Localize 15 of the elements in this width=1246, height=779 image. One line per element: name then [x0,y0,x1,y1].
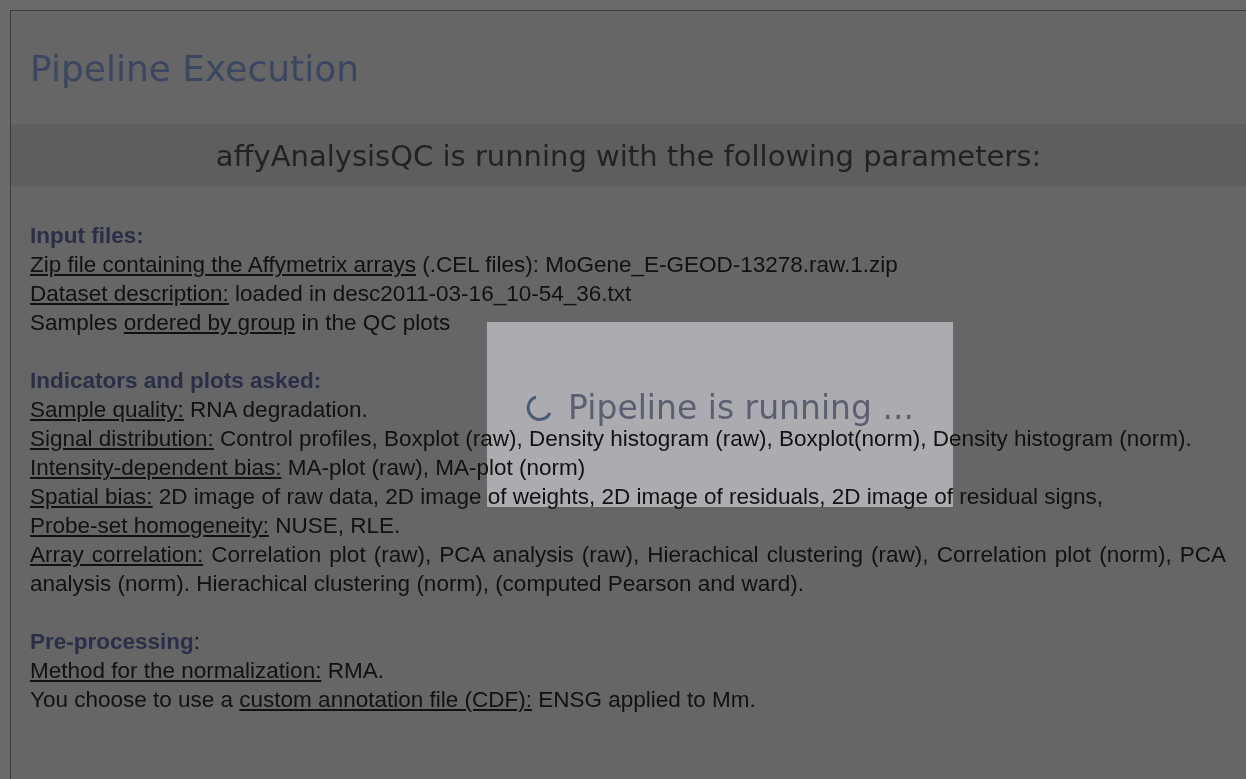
parameter-line: Method for the normalization: RMA. [30,657,384,685]
parameter-line: Spatial bias: 2D image of raw data, 2D image of weights, 2D image of residuals, 2D image of residual signs, [30,483,1104,511]
parameter-line: Sample quality: RNA degradation. [30,396,368,424]
loading-message: Pipeline is running ... [568,390,914,425]
parameter-line: Probe-set homogeneity: NUSE, RLE. [30,512,401,540]
parameter-line: Dataset description: loaded in desc2011-03-16_10-54_36.txt [30,280,632,308]
section-heading: Pre-processing: [30,628,201,656]
spinner-icon [526,393,553,422]
parameter-line: Array correlation: Correlation plot (raw), PCA analysis (raw), Hierachical clustering (raw), Correlation plot (norm), PCA analysis (norm). Hierachical clustering (norm), (computed Pearson and ward). [30,541,1226,598]
section-heading: Input files: [30,222,144,250]
section-heading: Indicators and plots asked: [30,367,322,395]
parameter-line: You choose to use a custom annotation file (CDF): ENSG applied to Mm. [30,686,756,714]
parameter-line: Zip file containing the Affymetrix arrays (.CEL files): MoGene_E-GEOD-13278.raw.1.zip [30,251,898,279]
parameter-line: Samples ordered by group in the QC plots [30,309,451,337]
banner-text: affyAnalysisQC is running with the following parameters: [215,137,1042,174]
